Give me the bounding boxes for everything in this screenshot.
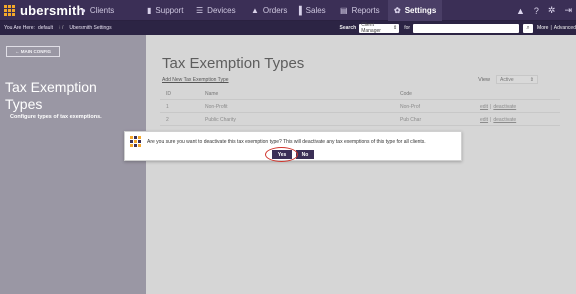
brand-name: ubersmith bbox=[20, 3, 85, 18]
main-config-button[interactable]: ← MAIN CONFIG bbox=[6, 46, 60, 57]
nav-support-label: Support bbox=[155, 6, 184, 15]
main-content: Tax Exemption Types Add New Tax Exemptio… bbox=[146, 35, 576, 294]
breadcrumb-location[interactable]: Ubersmith Settings bbox=[69, 25, 111, 31]
logout-icon[interactable]: ⇥ bbox=[564, 5, 572, 16]
search-icon[interactable]: ⌕ bbox=[523, 23, 534, 33]
top-icon-group: ▲ ? ✲ ⇥ bbox=[516, 0, 572, 21]
view-label: View bbox=[478, 76, 490, 83]
column-header-code: Code bbox=[400, 90, 412, 97]
no-button[interactable]: No bbox=[296, 150, 314, 159]
nav-clients[interactable]: ● Clients bbox=[81, 0, 114, 21]
breadcrumb-prefix: You Are Here: bbox=[4, 25, 35, 31]
yes-button[interactable]: Yes bbox=[272, 150, 292, 159]
search-area: Search Client Manager ⇕ for ⌕ More | Adv… bbox=[339, 22, 576, 34]
row-name: Public Charity bbox=[205, 116, 236, 123]
select-arrows-icon: ⇕ bbox=[392, 25, 398, 31]
deactivate-link[interactable]: deactivate bbox=[493, 104, 516, 110]
support-icon: ▮ bbox=[147, 6, 152, 15]
help-icon[interactable]: ? bbox=[534, 6, 539, 16]
brand-logo[interactable]: ubersmith bbox=[4, 3, 85, 18]
sidebar: ← MAIN CONFIG Tax Exemption Types Config… bbox=[0, 35, 146, 294]
row-code: Pub Char bbox=[400, 116, 422, 123]
nav-orders-label: Orders bbox=[262, 6, 288, 15]
table-row: 1 Non-Profit Non-Prof edit | deactivate bbox=[160, 100, 560, 113]
dialog-message: Are you sure you want to deactivate this… bbox=[147, 139, 426, 145]
search-type-select[interactable]: Client Manager ⇕ bbox=[359, 22, 400, 34]
notification-icon[interactable]: ▲ bbox=[516, 6, 525, 16]
column-header-id: ID bbox=[166, 90, 171, 97]
devices-icon: ☰ bbox=[196, 6, 204, 15]
more-link[interactable]: More bbox=[537, 25, 548, 31]
ubersmith-logo-icon bbox=[130, 136, 141, 147]
action-divider: | bbox=[490, 103, 492, 110]
row-id: 1 bbox=[166, 103, 169, 110]
nav-devices-label: Devices bbox=[207, 6, 236, 15]
nav-clients-label: Clients bbox=[89, 6, 115, 15]
reports-icon: ▤ bbox=[340, 6, 348, 15]
orders-icon: ▲ bbox=[251, 6, 259, 15]
search-type-value: Client Manager bbox=[361, 22, 381, 34]
nav-settings[interactable]: ✿ Settings bbox=[388, 0, 443, 21]
nav-reports[interactable]: ▤ Reports bbox=[340, 0, 380, 21]
sidebar-title: Tax Exemption Types bbox=[5, 79, 97, 112]
row-name: Non-Profit bbox=[205, 103, 228, 110]
nav-support[interactable]: ▮ Support bbox=[147, 0, 183, 21]
sidebar-description: Configure types of tax exemptions. bbox=[10, 114, 102, 120]
confirm-deactivate-dialog: Are you sure you want to deactivate this… bbox=[124, 131, 462, 162]
sales-icon: ▐ bbox=[296, 6, 302, 15]
row-id: 2 bbox=[166, 116, 169, 123]
table-header: ID Name Code bbox=[160, 87, 560, 100]
edit-link[interactable]: edit bbox=[480, 104, 488, 110]
view-filter: View Active ⇕ bbox=[478, 75, 538, 84]
deactivate-link[interactable]: deactivate bbox=[493, 117, 516, 123]
nav-devices[interactable]: ☰ Devices bbox=[196, 0, 236, 21]
search-input[interactable] bbox=[413, 23, 520, 33]
edit-link[interactable]: edit bbox=[480, 117, 488, 123]
action-divider: | bbox=[490, 116, 492, 123]
settings-icon: ✿ bbox=[394, 6, 401, 15]
tax-exemption-table: ID Name Code 1 Non-Profit Non-Prof edit … bbox=[160, 87, 560, 126]
column-header-name: Name bbox=[205, 90, 219, 97]
search-label: Search bbox=[339, 25, 357, 31]
breadcrumb-separator: ⁝ / bbox=[58, 25, 64, 31]
select-arrows-icon: ⇕ bbox=[529, 76, 534, 83]
row-code: Non-Prof bbox=[400, 103, 421, 110]
nav-settings-label: Settings bbox=[404, 6, 437, 15]
page-title: Tax Exemption Types bbox=[162, 55, 305, 72]
view-value: Active bbox=[500, 76, 514, 83]
row-actions: edit | deactivate bbox=[480, 100, 516, 113]
nav-reports-label: Reports bbox=[351, 6, 380, 15]
breadcrumb: You Are Here: default ⁝ / Ubersmith Sett… bbox=[4, 21, 112, 35]
nav-sales-label: Sales bbox=[305, 6, 326, 15]
view-select[interactable]: Active ⇕ bbox=[496, 75, 538, 84]
add-tax-exemption-link[interactable]: Add New Tax Exemption Type bbox=[162, 77, 229, 83]
advanced-link[interactable]: Advanced bbox=[554, 25, 576, 31]
breadcrumb-current[interactable]: default bbox=[38, 25, 53, 31]
user-icon: ● bbox=[81, 6, 86, 15]
nav-orders[interactable]: ▲ Orders bbox=[251, 0, 287, 21]
gear-icon[interactable]: ✲ bbox=[548, 5, 556, 16]
sub-navigation-bar: You Are Here: default ⁝ / Ubersmith Sett… bbox=[0, 21, 576, 35]
brand-grid-icon bbox=[4, 4, 16, 17]
search-for-label: for bbox=[404, 25, 411, 31]
row-actions: edit | deactivate bbox=[480, 113, 516, 126]
nav-sales[interactable]: ▐ Sales bbox=[296, 0, 326, 21]
link-divider: | bbox=[550, 25, 552, 31]
top-navigation-bar: ubersmith ● Clients ▮ Support ☰ Devices … bbox=[0, 0, 576, 21]
table-row: 2 Public Charity Pub Char edit | deactiv… bbox=[160, 113, 560, 126]
